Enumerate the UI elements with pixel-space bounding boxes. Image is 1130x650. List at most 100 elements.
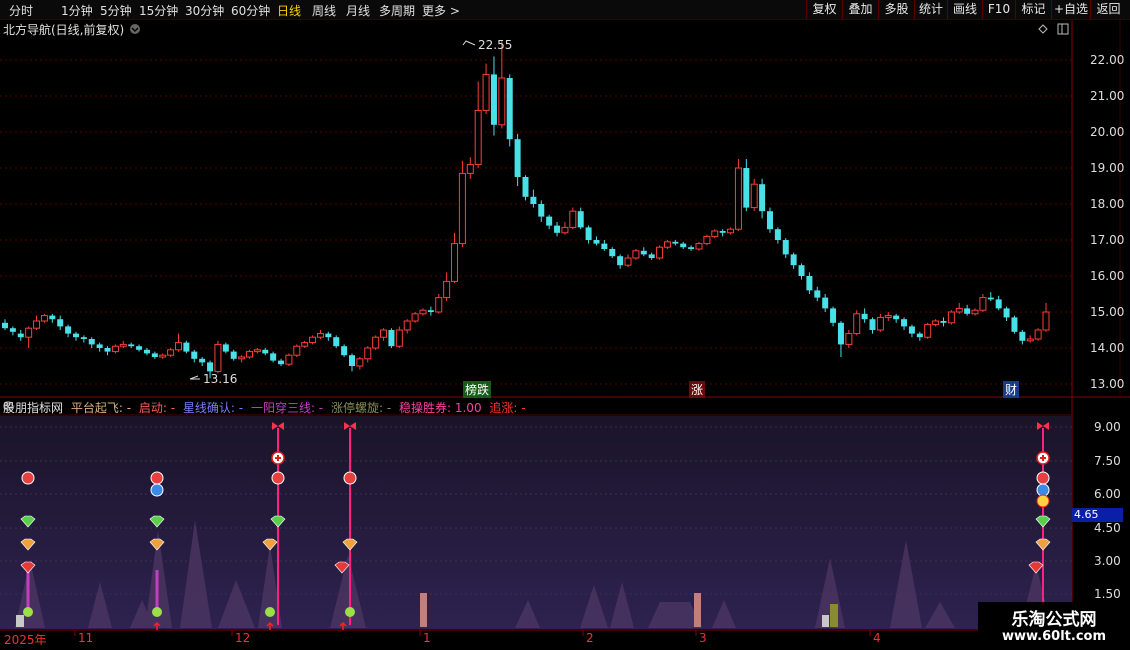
date-label: 12 <box>235 631 251 645</box>
candle-body <box>861 313 868 320</box>
red-ball-icon <box>343 471 357 485</box>
date-label: 2 <box>586 631 594 645</box>
candle-body <box>111 345 119 353</box>
candle-body <box>901 319 908 327</box>
watermark-title: 乐淘公式网 <box>1011 610 1097 630</box>
candle-body <box>65 326 72 334</box>
candle-body <box>814 290 821 298</box>
red-ball-icon <box>1036 471 1050 485</box>
ind-ytick: 3.00 <box>1094 554 1121 568</box>
candle-body <box>96 344 103 348</box>
candle-body <box>750 183 758 209</box>
candle-body <box>372 336 380 349</box>
candle-body <box>554 225 561 233</box>
candle-body <box>49 315 56 320</box>
candle-body <box>593 240 600 244</box>
candle-body <box>514 139 521 177</box>
candle-body <box>522 177 529 197</box>
candle-body <box>72 333 79 338</box>
apple-icon <box>152 607 162 617</box>
candle-body <box>33 320 41 329</box>
ytick: 18.00 <box>1090 197 1125 211</box>
ytick: 22.00 <box>1090 53 1125 67</box>
ytick: 20.00 <box>1090 125 1125 139</box>
candle-body <box>183 342 190 352</box>
candle-body <box>301 342 309 347</box>
candle-body <box>719 231 726 233</box>
candle-body <box>609 249 616 257</box>
candle-body <box>238 356 246 360</box>
candle-body <box>466 163 474 174</box>
candle-body <box>427 310 434 312</box>
legend-item: 星线确认: - <box>182 401 244 415</box>
candle-body <box>136 346 143 350</box>
candle-body <box>490 74 497 125</box>
candle-body <box>458 172 466 245</box>
candle-body <box>356 358 364 367</box>
candle-body <box>253 349 261 353</box>
ind-ytick: 1.50 <box>1094 587 1121 601</box>
candle-body <box>932 320 940 326</box>
legend-name: 股朋指标网 <box>3 401 64 415</box>
ytick: 13.00 <box>1090 377 1125 391</box>
legend-item: 一阳穿三线: - <box>250 401 324 415</box>
watermark: 乐淘公式网 www.60lt.com <box>978 602 1130 650</box>
candle-body <box>947 311 955 324</box>
candle-body <box>703 235 711 245</box>
ind-ytick: 6.00 <box>1094 487 1121 501</box>
date-label: 11 <box>78 631 94 645</box>
candle-body <box>782 240 789 255</box>
blue-ball-icon <box>150 483 164 497</box>
legend-item: 涨停螺旋: - <box>330 401 392 415</box>
candle-body <box>648 254 655 258</box>
red-ball-icon <box>150 471 164 485</box>
candle-body <box>845 333 853 345</box>
yellow-face-icon <box>1036 494 1050 508</box>
tag-cai[interactable]: 财 <box>1003 381 1020 398</box>
legend-item: 平台起飞: - <box>70 401 132 415</box>
candle-body <box>167 349 175 356</box>
candle-body <box>443 280 451 299</box>
panel-controls <box>3 23 1069 411</box>
current-value-box: 4.65 <box>1072 508 1123 522</box>
ytick: 21.00 <box>1090 89 1125 103</box>
candle-body <box>278 360 285 365</box>
candle-body <box>876 316 884 331</box>
candle-body <box>774 229 781 240</box>
ind-ytick: 7.50 <box>1094 454 1121 468</box>
candle-body <box>411 313 419 322</box>
candle-body <box>822 297 829 309</box>
candle-body <box>498 77 506 126</box>
candle-body <box>1042 311 1050 331</box>
blue-ball-icon <box>1036 483 1050 497</box>
candle-body <box>57 319 64 327</box>
candle-body <box>395 329 403 347</box>
candle-body <box>790 254 797 266</box>
candle-body <box>143 349 150 354</box>
red-ball-icon <box>21 471 35 485</box>
candle-body <box>333 337 340 347</box>
candle-body <box>293 345 301 356</box>
candle-body <box>1011 317 1018 332</box>
tag-zhang[interactable]: 涨 <box>689 381 706 398</box>
candle-body <box>451 243 459 282</box>
candle-body <box>207 362 214 372</box>
stock-chart[interactable] <box>0 0 1130 650</box>
candle-body <box>916 333 923 338</box>
extreme-markers <box>189 40 476 380</box>
candle-body <box>199 358 206 363</box>
tag-bangdie[interactable]: 榜跌 <box>463 381 492 398</box>
candle-body <box>128 344 135 347</box>
candle-body <box>159 354 167 358</box>
candle-body <box>364 347 372 360</box>
indicator-legend: 股朋指标网 平台起飞: - 启动: - 星线确认: - 一阳穿三线: - 涨停螺… <box>3 399 526 415</box>
candle-body <box>798 265 805 276</box>
candle-body <box>435 297 443 313</box>
ytick: 14.00 <box>1090 341 1125 355</box>
candlestick-series <box>2 40 1050 379</box>
legend-item: 追涨: - <box>489 401 526 415</box>
candle-body <box>924 324 932 338</box>
candle-body <box>245 351 253 358</box>
candle-body <box>853 313 861 335</box>
low-label: 13.16 <box>203 372 238 386</box>
